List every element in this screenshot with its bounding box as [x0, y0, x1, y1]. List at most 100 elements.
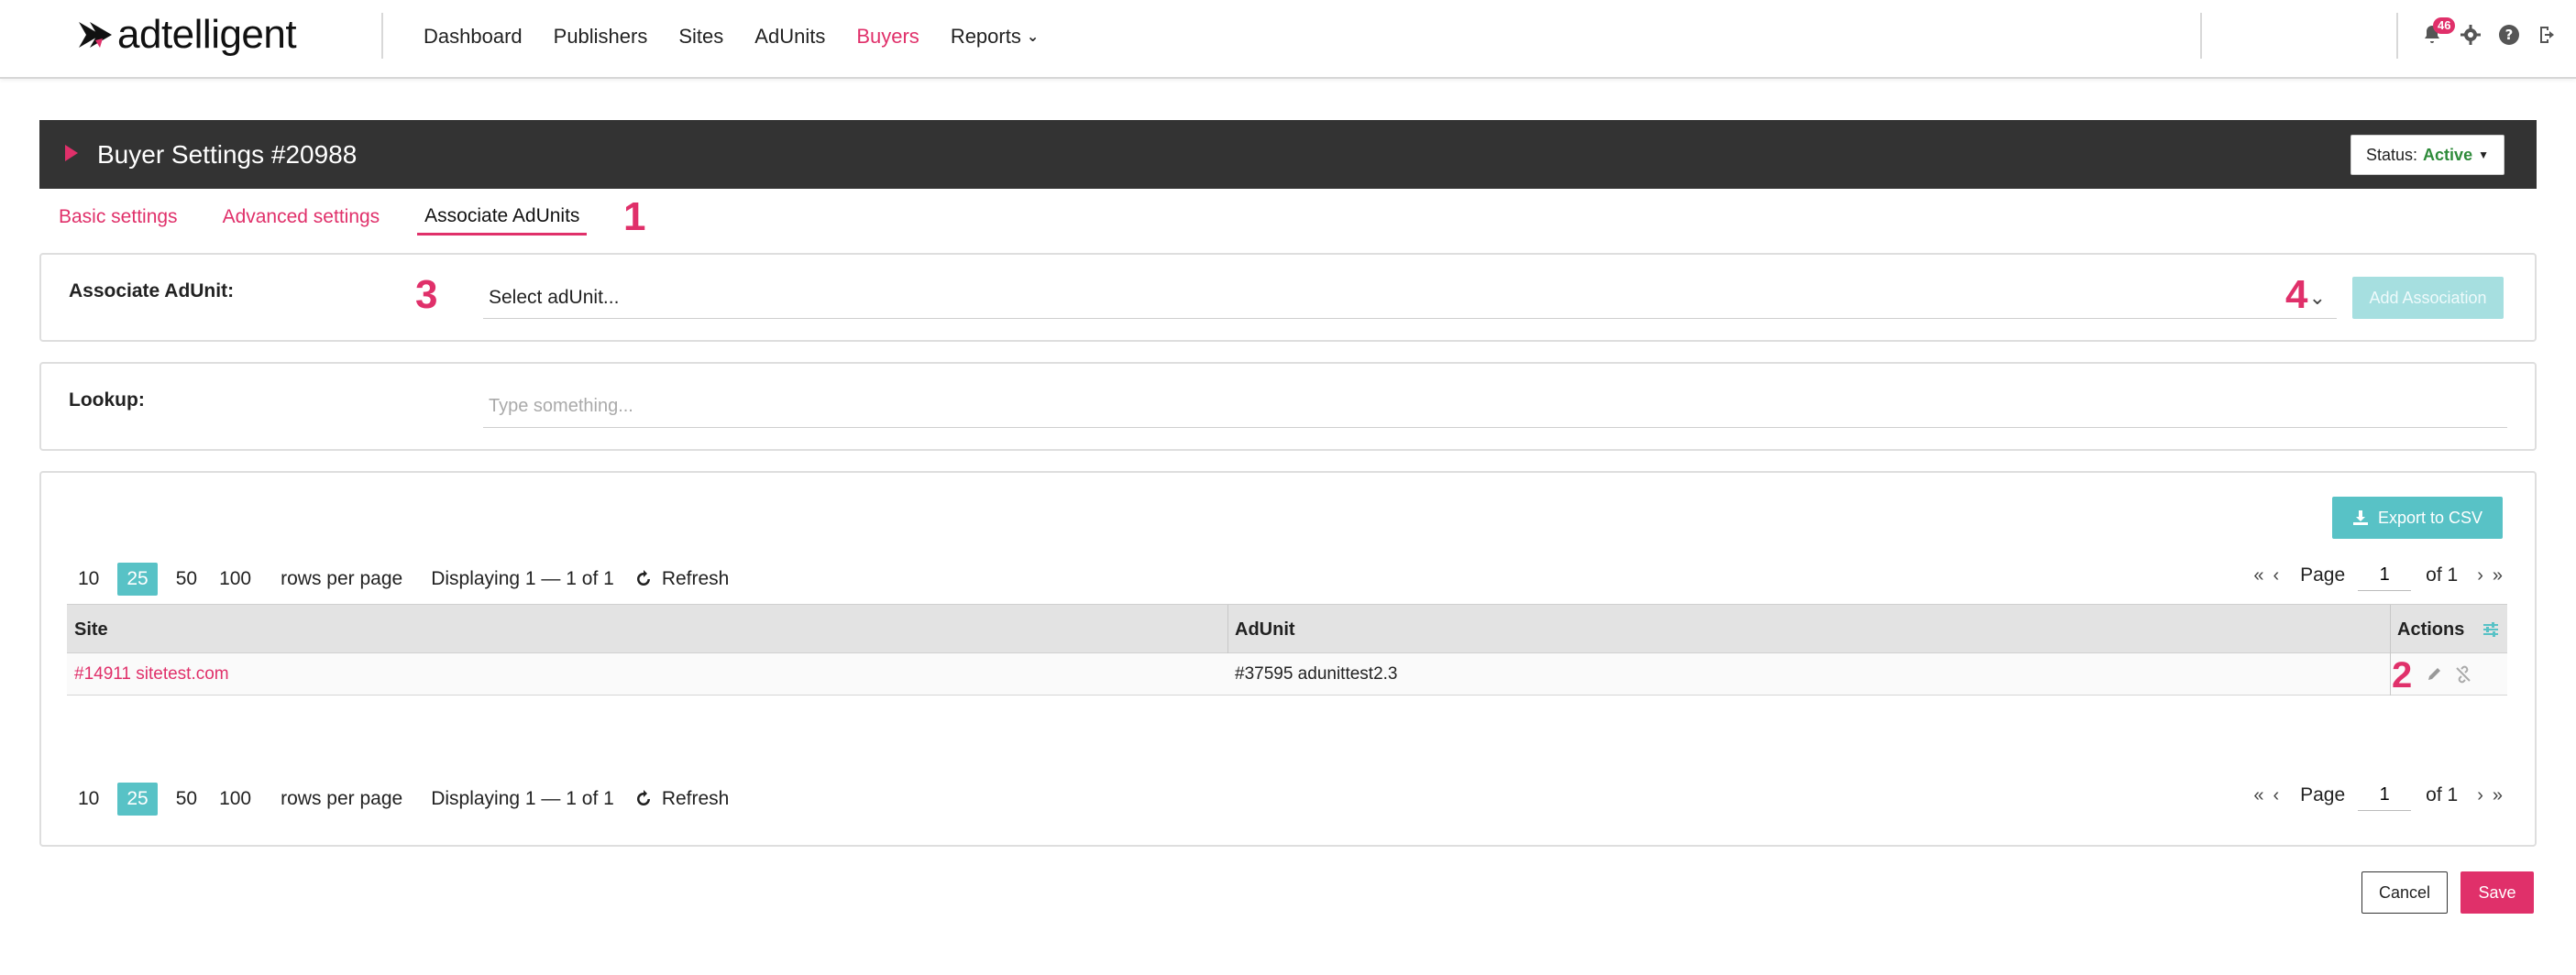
refresh-icon	[634, 570, 653, 588]
edit-icon[interactable]	[2427, 665, 2443, 686]
annotation-1: 1	[623, 194, 646, 239]
column-header-actions: Actions	[2397, 619, 2465, 640]
nav-item-buyers[interactable]: Buyers	[856, 25, 919, 49]
main-menu: Dashboard Publishers Sites AdUnits Buyer…	[424, 0, 1070, 73]
rows-per-page-label: rows per page	[281, 788, 403, 809]
help-icon: ?	[2499, 25, 2519, 45]
download-icon	[2352, 509, 2369, 526]
adunit-cell: #37595 adunittest2.3	[1235, 664, 1398, 684]
displaying-count: Displaying 1 — 1 of 1	[431, 788, 614, 809]
annotation-2: 2	[2392, 655, 2413, 696]
nav-item-publishers[interactable]: Publishers	[554, 25, 648, 49]
gear-icon	[2460, 25, 2481, 45]
adunit-select-value: Select adUnit...	[489, 286, 620, 308]
export-csv-button[interactable]: Export to CSV	[2332, 497, 2503, 539]
displaying-count: Displaying 1 — 1 of 1	[431, 568, 614, 589]
chevron-down-icon: ⌄	[1026, 29, 1040, 45]
save-button[interactable]: Save	[2460, 871, 2534, 914]
nav-item-sites[interactable]: Sites	[678, 25, 723, 49]
page-navigation: « ‹ Page of 1 › »	[2249, 777, 2507, 814]
tab-advanced-settings[interactable]: Advanced settings	[223, 206, 380, 234]
page-label: Page	[2300, 564, 2346, 586]
first-page-icon[interactable]: «	[2249, 785, 2268, 806]
cancel-button[interactable]: Cancel	[2361, 871, 2448, 914]
next-page-icon[interactable]: ›	[2472, 565, 2488, 586]
column-header-adunit[interactable]: AdUnit	[1227, 605, 1295, 654]
status-dropdown[interactable]: Status: Active ▼	[2350, 135, 2504, 175]
rows-per-page-25[interactable]: 25	[117, 563, 158, 596]
rows-per-page-label: rows per page	[281, 568, 403, 589]
column-header-site[interactable]: Site	[67, 605, 108, 654]
associations-grid: Site AdUnit Actions #14911 sitetest.com …	[67, 604, 2507, 696]
refresh-label: Refresh	[661, 568, 730, 589]
page-number-input[interactable]	[2358, 560, 2412, 591]
rows-per-page-100[interactable]: 100	[208, 563, 262, 596]
nav-item-reports[interactable]: Reports ⌄	[951, 25, 1039, 49]
tab-basic-settings[interactable]: Basic settings	[59, 206, 178, 234]
pager-bottom: 10 25 50 100 rows per page Displaying 1 …	[67, 780, 2507, 817]
adunit-select[interactable]: Select adUnit... ⌄	[483, 277, 2337, 319]
rows-per-page-100[interactable]: 100	[208, 783, 262, 816]
chevron-down-icon: ⌄	[2308, 286, 2326, 309]
last-page-icon[interactable]: »	[2488, 565, 2507, 586]
rows-per-page-50[interactable]: 50	[165, 783, 208, 816]
refresh-label: Refresh	[661, 788, 730, 809]
adtelligent-logo-icon	[79, 22, 112, 48]
annotation-3: 3	[415, 272, 438, 317]
status-value: Active	[2423, 145, 2473, 164]
help-button[interactable]: ?	[2493, 19, 2525, 50]
site-link[interactable]: #14911 sitetest.com	[67, 653, 229, 696]
svg-text:?: ?	[2505, 27, 2514, 43]
logout-icon	[2540, 27, 2554, 43]
prev-page-icon[interactable]: ‹	[2268, 785, 2284, 806]
page-navigation: « ‹ Page of 1 › »	[2249, 557, 2507, 594]
collapse-arrow-icon[interactable]	[65, 145, 78, 161]
refresh-button[interactable]: Refresh	[634, 788, 730, 810]
lookup-label: Lookup:	[69, 389, 145, 411]
first-page-icon[interactable]: «	[2249, 565, 2268, 586]
prev-page-icon[interactable]: ‹	[2268, 565, 2284, 586]
settings-button[interactable]	[2455, 19, 2486, 50]
page-of: of 1	[2426, 784, 2459, 805]
nav-divider	[381, 13, 383, 59]
nav-right-icons: 46 ?	[2409, 16, 2563, 53]
refresh-button[interactable]: Refresh	[634, 568, 730, 590]
rows-per-page-25[interactable]: 25	[117, 783, 158, 816]
associate-adunit-label: Associate AdUnit:	[69, 280, 235, 301]
page-header: Buyer Settings #20988 Status: Active ▼	[39, 120, 2537, 189]
logo-text: adtelligent	[117, 12, 297, 57]
table-row: #14911 sitetest.com #37595 adunittest2.3…	[67, 653, 2507, 696]
lookup-panel: Lookup:	[39, 362, 2537, 451]
notifications-button[interactable]: 46	[2416, 17, 2456, 50]
associate-adunit-panel: Associate AdUnit: 3 Select adUnit... ⌄ 4…	[39, 253, 2537, 342]
logout-button[interactable]	[2532, 19, 2563, 50]
associations-table-panel: Export to CSV 10 25 50 100 rows per page…	[39, 471, 2537, 847]
next-page-icon[interactable]: ›	[2472, 785, 2488, 806]
column-separator	[2390, 653, 2391, 696]
page-of: of 1	[2426, 564, 2459, 586]
nav-divider	[2396, 13, 2398, 59]
tab-associate-adunits[interactable]: Associate AdUnits	[417, 205, 588, 236]
status-label: Status:	[2366, 145, 2418, 164]
logo[interactable]: adtelligent	[77, 12, 297, 57]
unlink-icon[interactable]	[2454, 665, 2472, 688]
pager-top: 10 25 50 100 rows per page Displaying 1 …	[67, 560, 2507, 597]
add-association-button[interactable]: Add Association	[2352, 277, 2504, 319]
nav-item-adunits[interactable]: AdUnits	[754, 25, 825, 49]
nav-item-reports-label: Reports	[950, 25, 1021, 48]
page-number-input[interactable]	[2358, 780, 2412, 811]
rows-per-page-10[interactable]: 10	[67, 563, 110, 596]
refresh-icon	[634, 790, 653, 808]
export-csv-label: Export to CSV	[2377, 508, 2483, 527]
nav-item-dashboard[interactable]: Dashboard	[424, 25, 523, 49]
settings-tabs: Basic settings Advanced settings Associa…	[59, 202, 632, 238]
page-title: Buyer Settings #20988	[97, 140, 358, 169]
notification-badge: 46	[2433, 17, 2456, 34]
page-label: Page	[2300, 784, 2346, 805]
caret-down-icon: ▼	[2478, 148, 2489, 161]
rows-per-page-50[interactable]: 50	[165, 563, 208, 596]
rows-per-page-10[interactable]: 10	[67, 783, 110, 816]
last-page-icon[interactable]: »	[2488, 785, 2507, 806]
lookup-input[interactable]	[483, 386, 2507, 428]
column-settings-icon[interactable]	[2482, 620, 2500, 643]
